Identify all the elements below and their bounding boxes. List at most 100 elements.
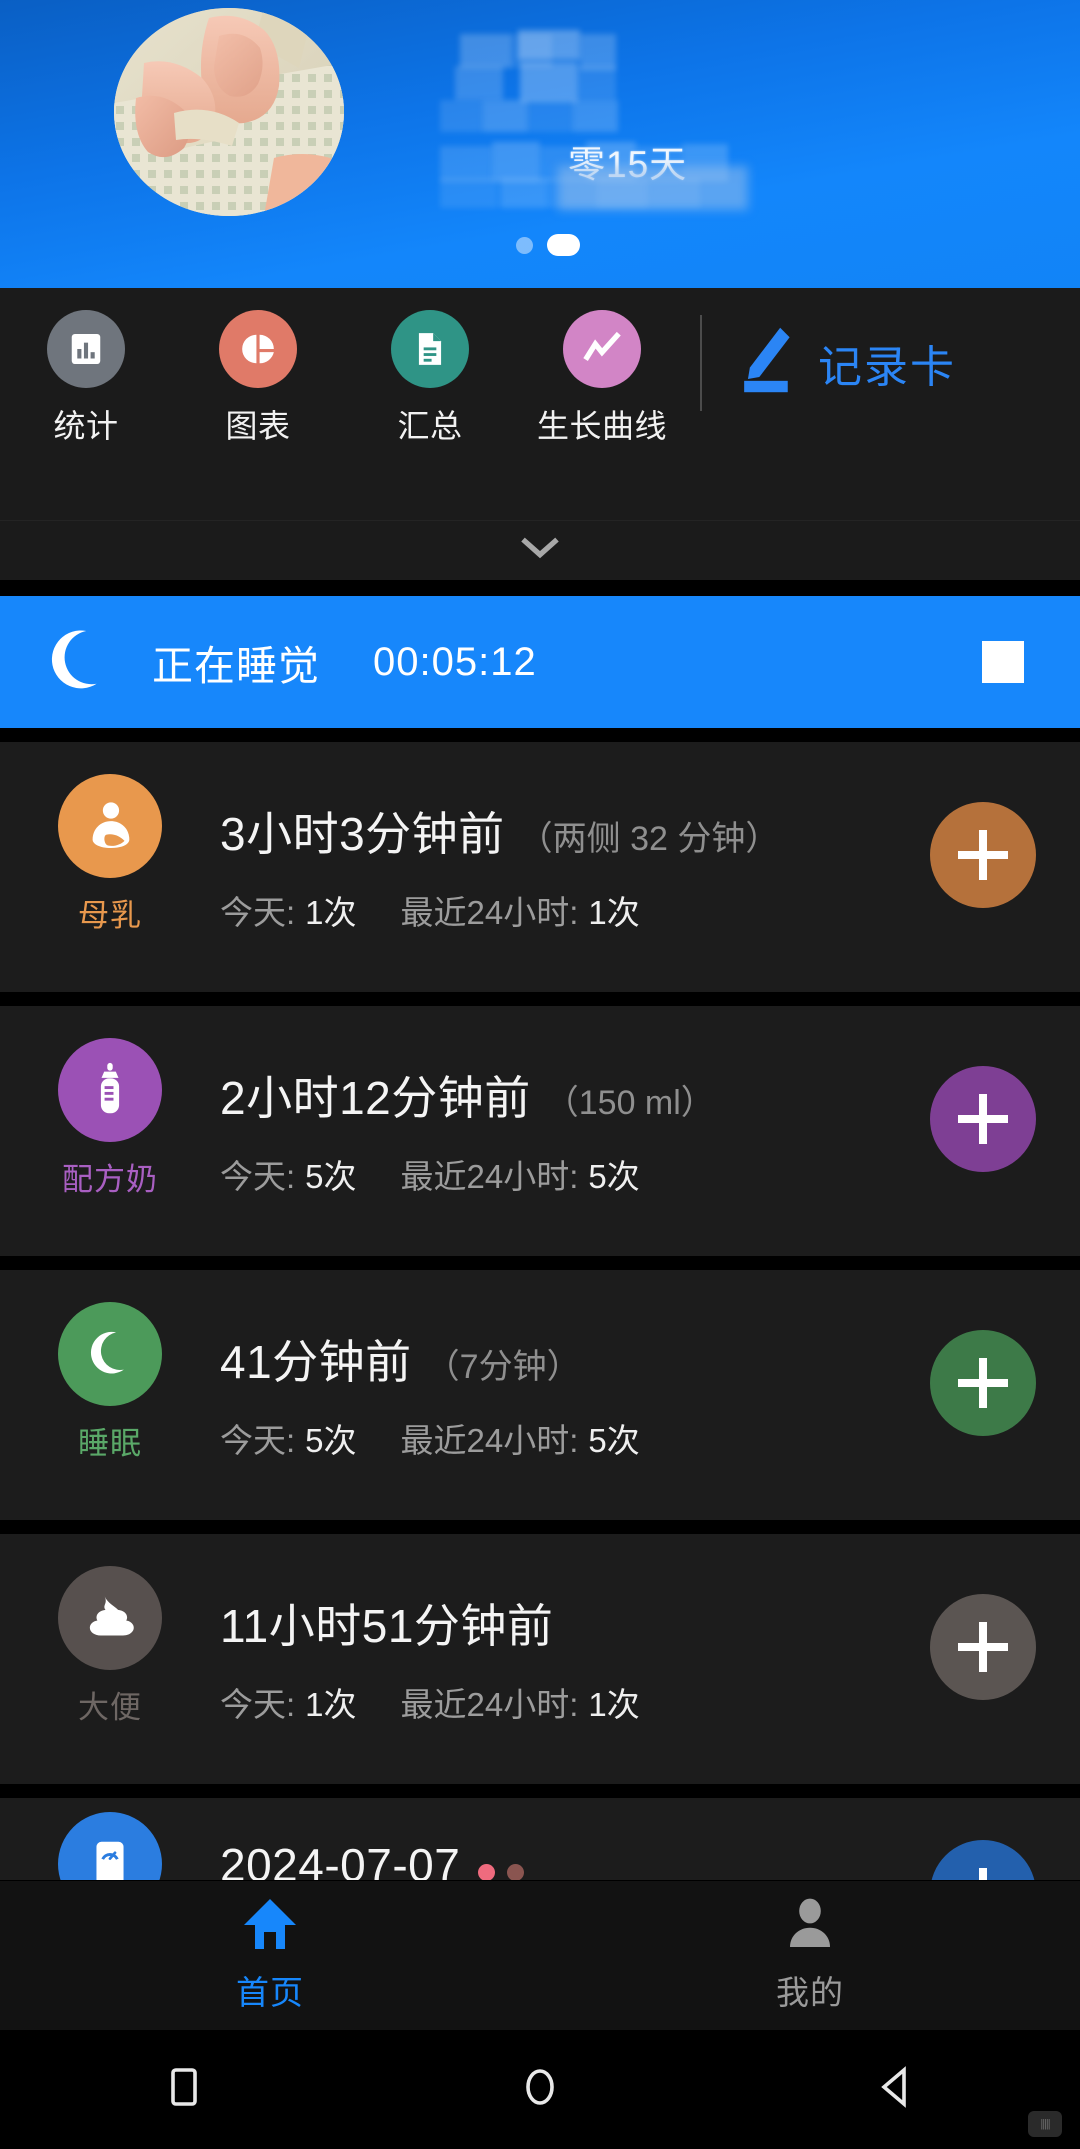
nav-slot xyxy=(791,2065,1001,2114)
section-gap xyxy=(0,580,1080,596)
stat-24h: 最近24小时: 1次 xyxy=(401,886,640,934)
moon-icon xyxy=(42,626,114,698)
stat-today: 今天: 5次 xyxy=(220,1414,357,1462)
baby-avatar[interactable] xyxy=(114,8,344,216)
bar-chart-icon xyxy=(47,310,125,388)
tool-label: 生长曲线 xyxy=(536,408,667,444)
add-sleep-button[interactable] xyxy=(930,1330,1036,1436)
stop-square-icon[interactable] xyxy=(982,641,1024,683)
back-triangle-icon[interactable] xyxy=(874,2065,918,2114)
poop-icon[interactable] xyxy=(58,1566,162,1670)
pencil-icon xyxy=(734,324,796,401)
row-time-ago: 2小时12分钟前 xyxy=(220,1072,531,1124)
toolbar-divider xyxy=(700,315,702,411)
active-sleep-banner[interactable]: 正在睡觉 00:05:12 xyxy=(0,596,1080,728)
bottle-icon[interactable] xyxy=(58,1038,162,1142)
stat-today: 今天: 1次 xyxy=(220,1678,357,1726)
table-row[interactable]: 母乳 3小时3分钟前 （两侧 32 分钟） 今天: 1次 最近24小时: 1次 xyxy=(0,742,1080,992)
baby-photo xyxy=(114,8,344,216)
sleep-status-label: 正在睡觉 xyxy=(152,643,320,689)
add-poop-button[interactable] xyxy=(930,1594,1036,1700)
row-detail: （150 ml） xyxy=(544,1084,715,1122)
stat-24h: 最近24小时: 5次 xyxy=(401,1150,640,1198)
row-icon-column: 大便 xyxy=(0,1534,220,1727)
stat-24h: 最近24小时: 5次 xyxy=(401,1414,640,1462)
stat-value: 1次 xyxy=(305,894,357,931)
row-time-ago: 11小时51分钟前 xyxy=(220,1600,554,1652)
profile-header: 零15天 xyxy=(0,0,1080,288)
stat-key: 今天: xyxy=(220,1158,296,1195)
stat-value: 5次 xyxy=(588,1422,640,1459)
row-gap xyxy=(0,1520,1080,1534)
stat-key: 最近24小时: xyxy=(400,1158,579,1195)
phone-screen: 零15天 统计 图表 汇总 生长曲线 记录卡 正在睡觉 00:05:12 母乳 … xyxy=(0,0,1080,2149)
stat-today: 今天: 5次 xyxy=(220,1150,357,1198)
page-dot-1[interactable] xyxy=(516,236,533,254)
add-breastfeeding-button[interactable] xyxy=(930,802,1036,908)
table-row[interactable]: 睡眠 41分钟前 （7分钟） 今天: 5次 最近24小时: 5次 xyxy=(0,1270,1080,1520)
home-icon xyxy=(242,1897,298,1956)
plus-icon xyxy=(958,1358,1008,1408)
stat-24h: 最近24小时: 1次 xyxy=(401,1678,640,1726)
tool-summary[interactable]: 汇总 xyxy=(344,310,516,447)
stat-key: 今天: xyxy=(220,1686,296,1723)
line-chart-icon xyxy=(563,310,641,388)
stat-key: 今天: xyxy=(220,894,296,931)
row-icon-label: 配方奶 xyxy=(62,1162,158,1197)
nav-item-profile[interactable]: 我的 xyxy=(540,1897,1080,2014)
row-detail: （两侧 32 分钟） xyxy=(518,820,780,858)
expand-toolbar-button[interactable] xyxy=(0,520,1080,580)
crescent-moon-icon[interactable] xyxy=(58,1302,162,1406)
stat-value: 5次 xyxy=(305,1422,357,1459)
row-detail: （7分钟） xyxy=(425,1348,581,1386)
table-row[interactable]: 配方奶 2小时12分钟前 （150 ml） 今天: 5次 最近24小时: 5次 xyxy=(0,1006,1080,1256)
record-card-button[interactable]: 记录卡 xyxy=(722,324,956,401)
table-row[interactable]: 大便 11小时51分钟前 今天: 1次 最近24小时: 1次 xyxy=(0,1534,1080,1784)
marker-dot-weight xyxy=(478,1864,496,1881)
tool-charts[interactable]: 图表 xyxy=(172,310,344,447)
page-dot-2[interactable] xyxy=(547,234,580,256)
home-circle-icon[interactable] xyxy=(518,2065,562,2114)
sleep-timer: 00:05:12 xyxy=(373,639,537,684)
row-gap xyxy=(0,1784,1080,1798)
stat-key: 最近24小时: xyxy=(400,1422,579,1459)
plus-icon xyxy=(958,1094,1008,1144)
recents-square-icon[interactable] xyxy=(162,2065,206,2114)
add-formula-button[interactable] xyxy=(930,1066,1036,1172)
nav-label: 首页 xyxy=(236,1974,304,2011)
stat-value: 1次 xyxy=(305,1686,357,1723)
tool-growth-curve[interactable]: 生长曲线 xyxy=(516,310,688,447)
breastfeeding-icon[interactable] xyxy=(58,774,162,878)
nav-item-home[interactable]: 首页 xyxy=(0,1897,540,2014)
row-icon-label: 睡眠 xyxy=(78,1426,142,1461)
nav-slot xyxy=(435,2065,645,2114)
section-gap xyxy=(0,728,1080,742)
tool-label: 图表 xyxy=(225,408,291,444)
row-icon-column: 睡眠 xyxy=(0,1270,220,1463)
nav-label: 我的 xyxy=(776,1974,844,2011)
row-time-ago: 41分钟前 xyxy=(220,1336,412,1388)
person-icon xyxy=(783,1897,837,1956)
tool-statistics[interactable]: 统计 xyxy=(0,310,172,447)
row-icon-column: 配方奶 xyxy=(0,1006,220,1199)
stat-value: 1次 xyxy=(588,1686,640,1723)
row-time-ago: 3小时3分钟前 xyxy=(220,808,505,860)
row-gap xyxy=(0,1256,1080,1270)
stat-value: 5次 xyxy=(588,1158,640,1195)
marker-dot-height xyxy=(507,1864,525,1881)
stat-key: 今天: xyxy=(220,1422,296,1459)
stat-value: 5次 xyxy=(305,1158,357,1195)
measurement-markers xyxy=(478,1864,525,1881)
row-gap xyxy=(0,992,1080,1006)
stat-key: 最近24小时: xyxy=(400,1686,579,1723)
row-icon-label: 大便 xyxy=(78,1690,142,1725)
record-card-label: 记录卡 xyxy=(818,342,956,392)
header-page-indicator[interactable] xyxy=(516,234,580,256)
stat-value: 1次 xyxy=(588,894,640,931)
stat-today: 今天: 1次 xyxy=(220,886,357,934)
plus-icon xyxy=(958,830,1008,880)
nav-slot xyxy=(79,2065,289,2114)
bottom-navigation: 首页 我的 xyxy=(0,1880,1080,2030)
watermark: ||||| xyxy=(1028,2111,1062,2137)
row-icon-column: 母乳 xyxy=(0,742,220,935)
